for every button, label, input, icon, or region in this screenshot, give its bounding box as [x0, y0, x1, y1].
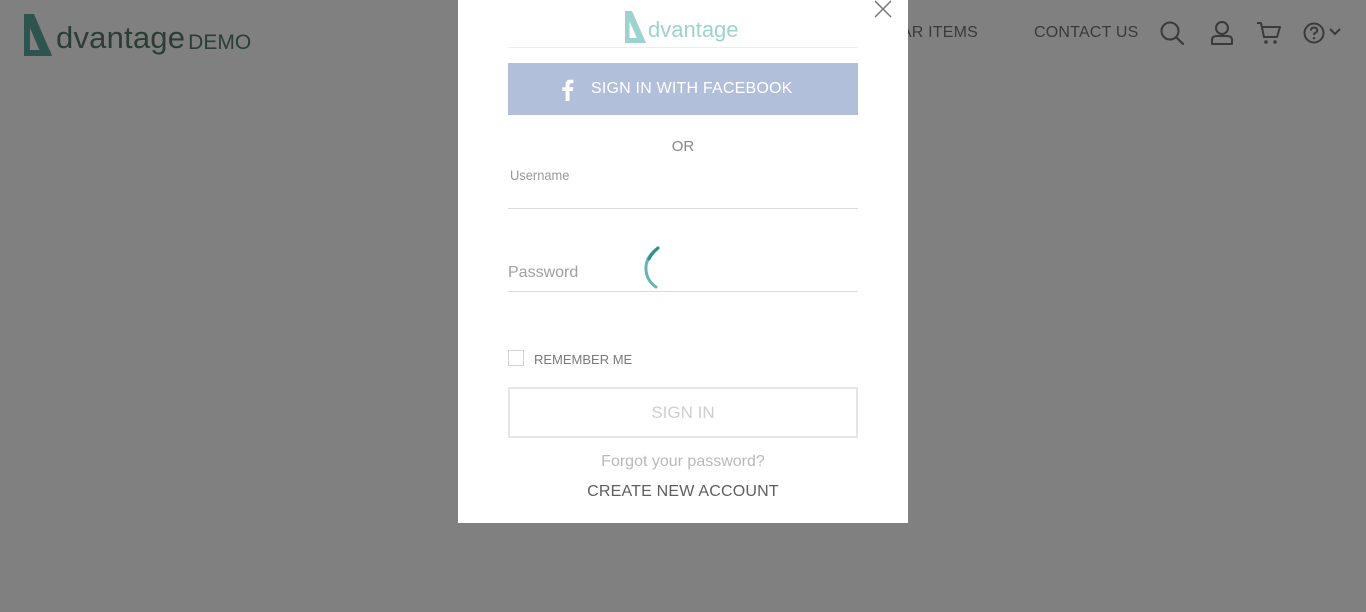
login-modal: dvantage SIGN IN WITH FACEBOOK OR Userna… [458, 0, 908, 523]
sign-in-button[interactable]: SIGN IN [508, 387, 858, 438]
help-icon[interactable] [1303, 22, 1325, 44]
username-label: Username [510, 167, 570, 183]
facebook-signin-button[interactable]: SIGN IN WITH FACEBOOK [508, 63, 858, 115]
chevron-down-icon[interactable] [1329, 28, 1341, 36]
loading-spinner [644, 246, 660, 289]
create-account-link[interactable]: CREATE NEW ACCOUNT [458, 483, 908, 501]
brand-suffix: DEMO [188, 31, 252, 54]
brand-name: dvantage [56, 20, 186, 55]
password-input[interactable] [508, 265, 858, 289]
password-field[interactable]: Password [508, 254, 858, 292]
advantage-logo-mark [625, 11, 646, 43]
close-icon[interactable] [872, 0, 894, 22]
cart-icon[interactable] [1256, 20, 1282, 46]
modal-logo-text: dvantage [648, 17, 739, 42]
brand-logo[interactable]: dvantage DEMO [22, 8, 251, 58]
or-separator: OR [671, 138, 695, 155]
advantage-logo-mark [24, 14, 52, 56]
facebook-icon [562, 79, 574, 101]
remember-me-label: REMEMBER ME [534, 352, 633, 367]
search-icon[interactable] [1159, 20, 1185, 46]
username-field[interactable]: Username [508, 164, 858, 209]
user-icon[interactable] [1210, 20, 1234, 46]
forgot-password-link[interactable]: Forgot your password? [458, 453, 908, 471]
remember-me[interactable]: REMEMBER ME [508, 348, 632, 367]
remember-me-checkbox[interactable] [508, 349, 524, 366]
username-input[interactable] [508, 182, 858, 206]
divider [508, 47, 858, 48]
modal-logo: dvantage [624, 8, 739, 44]
nav-contact-us[interactable]: CONTACT US [1034, 24, 1139, 42]
facebook-signin-label: SIGN IN WITH FACEBOOK [591, 80, 793, 97]
